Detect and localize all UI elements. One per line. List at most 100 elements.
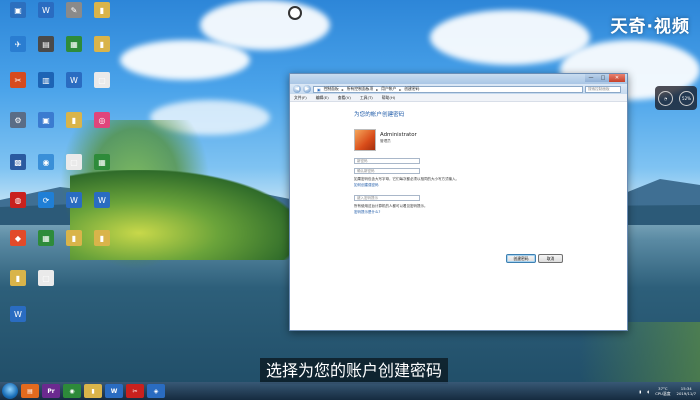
app-icon: ▮	[94, 36, 110, 52]
desktop-icon[interactable]: ▥	[32, 72, 60, 88]
desktop-icon[interactable]: ✎	[60, 2, 88, 18]
page-title: 为您的帐户创建密码	[354, 112, 405, 118]
maximize-button[interactable]: □	[597, 74, 609, 82]
cancel-button[interactable]: 取消	[538, 254, 563, 263]
breadcrumb-item[interactable]: 所有控制面板项	[347, 86, 374, 92]
menu-view[interactable]: 查看(V)	[338, 95, 351, 101]
desktop-icon[interactable]: ⟳	[32, 192, 60, 208]
address-bar[interactable]: ▣ 控制面板 ▸ 所有控制面板项 ▸ 用户帐户 ▸ 创建密码	[313, 85, 583, 93]
desktop-icon[interactable]: W	[88, 192, 116, 208]
video-subtitle: 选择为您的账户创建密码	[260, 358, 449, 384]
desktop-icon[interactable]: W	[60, 192, 88, 208]
confirm-password-field[interactable]: 确认新密码	[354, 168, 420, 174]
menu-help[interactable]: 帮助(H)	[382, 95, 395, 101]
app-icon: W	[38, 2, 54, 18]
app-icon: ◆	[10, 230, 26, 246]
start-button[interactable]	[2, 383, 18, 399]
desktop-icon[interactable]: ▦	[88, 154, 116, 170]
breadcrumb-item[interactable]: 控制面板	[324, 86, 339, 92]
app-icon: ▦	[94, 154, 110, 170]
forward-arrow-icon[interactable]: ▶	[303, 85, 311, 93]
cpu-gadget[interactable]: ◔ 52%	[655, 86, 697, 110]
desktop-icon[interactable]: ⚙	[4, 112, 32, 128]
taskbar-app-icon[interactable]: ✂	[126, 384, 144, 398]
desktop-icon[interactable]: ▣	[4, 2, 32, 18]
desktop-icon[interactable]: ▢	[32, 270, 60, 286]
desktop-icon[interactable]: ✈	[4, 36, 32, 52]
username: Administrator	[380, 132, 417, 138]
cpu-temp[interactable]: 37°C CPU温度	[655, 386, 670, 396]
desktop-icon[interactable]: ▣	[32, 112, 60, 128]
desktop-icon[interactable]: ▦	[60, 36, 88, 52]
desktop-icon[interactable]: ▢	[88, 72, 116, 88]
desktop-icon[interactable]: W	[4, 306, 32, 322]
close-button[interactable]: ✕	[609, 74, 625, 82]
clock-date: 2019/11/7	[676, 391, 696, 396]
control-panel-window[interactable]: — □ ✕ ◀ ▶ ▣ 控制面板 ▸ 所有控制面板项 ▸ 用户帐户 ▸ 创建密码 搜索…	[289, 73, 628, 331]
app-icon: ▮	[94, 2, 110, 18]
desktop-icon[interactable]: ▤	[32, 36, 60, 52]
app-icon: W	[66, 72, 82, 88]
desktop-icon[interactable]: ◍	[4, 192, 32, 208]
clock[interactable]: 15:34 2019/11/7	[677, 386, 696, 396]
app-icon: ▩	[10, 154, 26, 170]
watermark: 天奇·视频	[610, 17, 690, 37]
app-icon: ▢	[94, 72, 110, 88]
new-password-field[interactable]: 新密码	[354, 158, 420, 164]
taskbar: ▤ Pr ◉ ▮ W ✂ ◈ ▮ ◖ 37°C CPU温度 15:34 2019/11/7	[0, 382, 700, 400]
app-icon: ▣	[38, 112, 54, 128]
taskbar-app-icon[interactable]: ▮	[84, 384, 102, 398]
strong-password-link[interactable]: 如何创建强密码	[354, 183, 379, 188]
minimize-button[interactable]: —	[585, 74, 597, 82]
app-icon: ✎	[66, 2, 82, 18]
menu-edit[interactable]: 编辑(E)	[316, 95, 329, 101]
taskbar-app-icon[interactable]: W	[105, 384, 123, 398]
desktop-icon[interactable]: W	[32, 2, 60, 18]
app-icon: ▥	[38, 72, 54, 88]
desktop-icon[interactable]: ▢	[60, 154, 88, 170]
app-icon: ✈	[10, 36, 26, 52]
content-area: 为您的帐户创建密码 Administrator 管理员 新密码 确认新密码 如果…	[290, 102, 627, 332]
menu-tools[interactable]: 工具(T)	[360, 95, 373, 101]
breadcrumb-item[interactable]: 用户帐户	[381, 86, 396, 92]
desktop-icon[interactable]: ◎	[88, 112, 116, 128]
app-icon: ▣	[10, 2, 26, 18]
desktop-icon[interactable]: ▦	[32, 230, 60, 246]
desktop-icon[interactable]: ▩	[4, 154, 32, 170]
volume-icon[interactable]: ◖	[647, 389, 649, 394]
desktop-icon[interactable]: ▮	[60, 230, 88, 246]
system-tray: ▮ ◖ 37°C CPU温度 15:34 2019/11/7	[639, 383, 696, 399]
taskbar-app-icon[interactable]: ▤	[21, 384, 39, 398]
title-bar[interactable]: — □ ✕	[290, 74, 627, 84]
desktop-icon[interactable]: ◆	[4, 230, 32, 246]
user-type: 管理员	[380, 139, 391, 143]
search-input[interactable]: 搜索控制面板	[585, 85, 621, 93]
desktop-icon[interactable]: ▮	[88, 230, 116, 246]
desktop-icon[interactable]: ◉	[32, 154, 60, 170]
what-is-hint-link[interactable]: 密码提示是什么?	[354, 210, 380, 215]
app-icon: ⟳	[38, 192, 54, 208]
taskbar-app-icon[interactable]: ◉	[63, 384, 81, 398]
taskbar-app-icon[interactable]: Pr	[42, 384, 60, 398]
back-arrow-icon[interactable]: ◀	[293, 85, 301, 93]
network-icon[interactable]: ▮	[639, 389, 641, 394]
menu-file[interactable]: 文件(F)	[294, 95, 307, 101]
password-hint-field[interactable]: 键入密码提示	[354, 195, 420, 201]
app-icon: ▮	[94, 230, 110, 246]
breadcrumb-item[interactable]: 创建密码	[404, 86, 419, 92]
create-password-button[interactable]: 创建密码	[506, 254, 536, 263]
taskbar-apps: ▤ Pr ◉ ▮ W ✂ ◈	[18, 384, 165, 398]
trees	[70, 170, 300, 260]
app-icon: ▮	[66, 230, 82, 246]
desktop-icon[interactable]: ▮	[88, 36, 116, 52]
desktop-icon[interactable]: W	[60, 72, 88, 88]
taskbar-app-icon[interactable]: ◈	[147, 384, 165, 398]
cpu-temp-label: CPU温度	[655, 391, 671, 396]
recycle-bin-icon[interactable]	[288, 6, 302, 20]
cloud	[200, 0, 330, 50]
gauge-icon: ◔	[658, 90, 673, 106]
desktop-icon[interactable]: ▮	[88, 2, 116, 18]
desktop-icon[interactable]: ✂	[4, 72, 32, 88]
desktop-icon[interactable]: ▮	[4, 270, 32, 286]
desktop-icon[interactable]: ▮	[60, 112, 88, 128]
